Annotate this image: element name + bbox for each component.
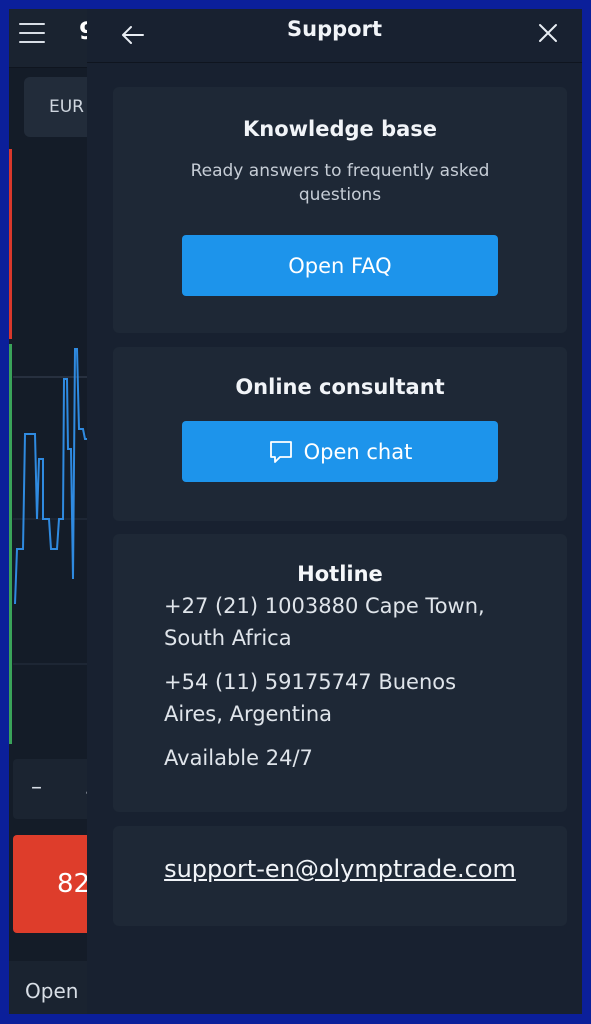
open-faq-label: Open FAQ — [288, 253, 392, 278]
trade-down-value: 82 — [57, 869, 91, 899]
close-icon[interactable] — [536, 21, 560, 45]
knowledge-base-subtitle: Ready answers to frequently asked questi… — [190, 161, 490, 205]
knowledge-base-title: Knowledge base — [242, 117, 438, 141]
menu-icon[interactable] — [19, 23, 45, 43]
knowledge-base-card: Knowledge base Ready answers to frequent… — [113, 87, 567, 333]
open-faq-button[interactable]: Open FAQ — [182, 235, 498, 296]
screen: 9 EUR – 5 82 Open Support Knowl — [9, 9, 582, 1014]
hotline-card: Hotline +27 (21) 1003880 Cape Town, Sout… — [113, 534, 567, 812]
open-trades-label: Open — [25, 979, 79, 1003]
hotline-availability: Available 24/7 — [164, 746, 313, 770]
online-consultant-card: Online consultant Open chat — [113, 347, 567, 521]
chart-red-bar — [9, 149, 12, 339]
email-card: support-en@olymptrade.com — [113, 826, 567, 926]
support-panel: Support Knowledge base Ready answers to … — [87, 9, 582, 1014]
open-chat-button[interactable]: Open chat — [182, 421, 498, 482]
online-consultant-title: Online consultant — [235, 375, 445, 399]
support-email-link[interactable]: support-en@olymptrade.com — [113, 855, 567, 883]
amount-decrease-button[interactable]: – — [31, 775, 42, 800]
page-title: Support — [287, 17, 382, 41]
chat-bubble-icon — [269, 440, 292, 463]
hotline-title: Hotline — [297, 562, 383, 586]
hotline-phone-buenos-aires[interactable]: +54 (11) 59175747 Buenos Aires, Argentin… — [164, 666, 517, 730]
asset-label: EUR — [49, 97, 84, 117]
panel-header: Support — [87, 9, 582, 63]
hotline-phone-cape-town[interactable]: +27 (21) 1003880 Cape Town, South Africa — [164, 590, 517, 654]
chart-green-bar — [9, 344, 12, 744]
open-chat-label: Open chat — [303, 439, 413, 464]
price-chart — [9, 149, 89, 744]
price-line — [14, 348, 89, 605]
